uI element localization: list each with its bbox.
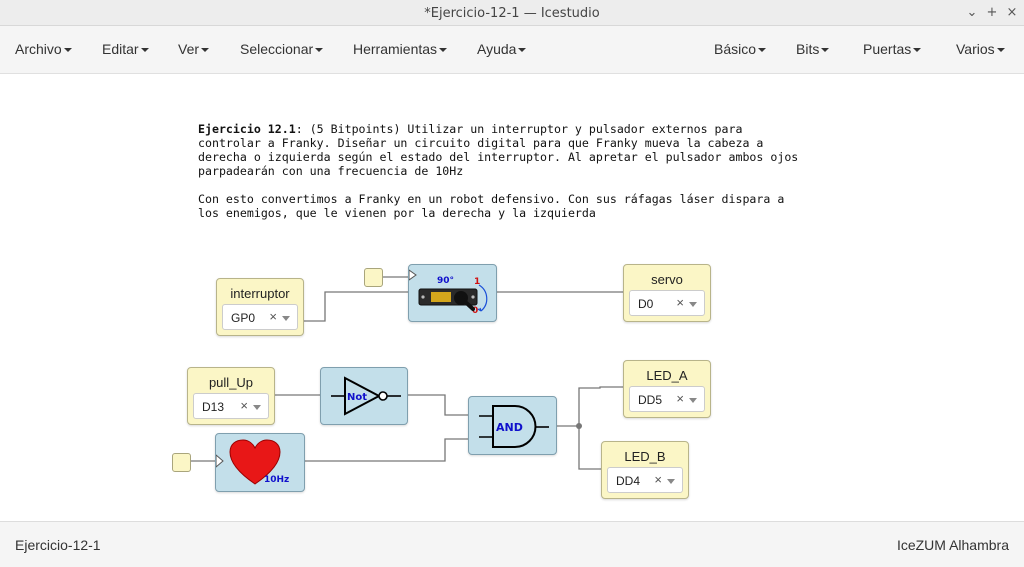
port-label: servo <box>651 272 683 287</box>
status-filename: Ejercicio-12-1 <box>15 537 101 553</box>
menu-ver[interactable]: Ver <box>178 41 210 57</box>
pin-select[interactable]: DD5 × <box>629 386 705 412</box>
close-button[interactable]: × <box>1002 3 1022 23</box>
port-label: interruptor <box>230 286 290 301</box>
caret-down-icon <box>63 48 72 53</box>
output-port-servo[interactable]: servo D0 × <box>623 264 711 322</box>
port-label: pull_Up <box>208 375 254 390</box>
dropdown-arrow-icon[interactable] <box>689 302 697 307</box>
pin-select[interactable]: D0 × <box>629 290 705 316</box>
pin-value: D0 <box>638 297 654 311</box>
caret-down-icon <box>821 48 830 53</box>
statusbar: Ejercicio-12-1 IceZUM Alhambra <box>0 521 1024 567</box>
pin-value: D13 <box>202 400 225 414</box>
port-label: LED_A <box>646 368 688 383</box>
minimize-button[interactable]: ⌄ <box>962 3 982 23</box>
clear-icon[interactable]: × <box>654 472 662 487</box>
not-label: Not <box>347 392 367 403</box>
menu-editar[interactable]: Editar <box>102 41 149 57</box>
menu-label: Bits <box>796 41 820 57</box>
clear-icon[interactable]: × <box>676 391 684 406</box>
wire-not-and <box>408 394 468 416</box>
pin-select[interactable]: D13 × <box>193 393 269 419</box>
clear-icon[interactable]: × <box>240 398 248 413</box>
menu-basico[interactable]: Básico <box>714 41 767 57</box>
window-title: *Ejercicio-12-1 — Icestudio <box>424 6 600 21</box>
wire-and-leda <box>557 386 623 427</box>
output-port-led-a[interactable]: LED_A DD5 × <box>623 360 711 418</box>
clear-icon[interactable]: × <box>676 295 684 310</box>
caret-down-icon <box>758 48 767 53</box>
menu-seleccionar[interactable]: Seleccionar <box>240 41 324 57</box>
menu-herramientas[interactable]: Herramientas <box>353 41 448 57</box>
caret-down-icon <box>439 48 448 53</box>
constant-input-heart[interactable] <box>172 453 191 472</box>
not-gate-icon: Not <box>331 376 401 416</box>
status-board[interactable]: IceZUM Alhambra <box>897 537 1009 553</box>
menubar: Archivo Editar Ver Seleccionar Herramien… <box>0 26 1024 74</box>
menu-varios[interactable]: Varios <box>956 41 1005 57</box>
caret-down-icon <box>201 48 210 53</box>
port-label: LED_B <box>624 449 666 464</box>
servo-angle: 90° <box>437 276 454 286</box>
menu-bits[interactable]: Bits <box>796 41 830 57</box>
menu-label: Ayuda <box>477 41 517 57</box>
menu-archivo[interactable]: Archivo <box>15 41 72 57</box>
heart-10hz-block[interactable]: 10Hz <box>215 433 305 492</box>
caret-down-icon <box>140 48 149 53</box>
and-gate-block[interactable]: AND <box>468 396 557 455</box>
menu-label: Ver <box>178 41 200 57</box>
menu-puertas[interactable]: Puertas <box>863 41 922 57</box>
output-port-led-b[interactable]: LED_B DD4 × <box>601 441 689 499</box>
constant-input-servo[interactable] <box>364 268 383 287</box>
maximize-button[interactable]: + <box>982 3 1002 23</box>
dropdown-arrow-icon[interactable] <box>667 479 675 484</box>
pin-value: DD5 <box>638 393 663 407</box>
heart-icon: 10Hz <box>215 439 289 485</box>
caret-down-icon <box>996 48 1005 53</box>
pin-select[interactable]: GP0 × <box>222 304 298 330</box>
input-port-pull-up[interactable]: pull_Up D13 × <box>187 367 275 425</box>
window-titlebar: *Ejercicio-12-1 — Icestudio ⌄ + × <box>0 0 1024 26</box>
menu-label: Seleccionar <box>240 41 314 57</box>
pin-select[interactable]: DD4 × <box>607 467 683 493</box>
menu-label: Herramientas <box>353 41 438 57</box>
servo-block[interactable]: 90° 1 0 <box>408 264 497 322</box>
dropdown-arrow-icon[interactable] <box>689 398 697 403</box>
wire-and-ledb <box>578 426 601 470</box>
and-gate-icon: AND <box>479 405 549 448</box>
menu-label: Archivo <box>15 41 62 57</box>
dropdown-arrow-icon[interactable] <box>253 405 261 410</box>
wire-junction <box>576 423 582 429</box>
wire-heart-and <box>305 438 468 462</box>
heart-freq: 10Hz <box>264 475 289 485</box>
menu-label: Puertas <box>863 41 912 57</box>
menu-label: Editar <box>102 41 139 57</box>
pin-value: GP0 <box>231 311 256 325</box>
clear-icon[interactable]: × <box>269 309 277 324</box>
menu-ayuda[interactable]: Ayuda <box>477 41 527 57</box>
dropdown-arrow-icon[interactable] <box>282 316 290 321</box>
caret-down-icon <box>518 48 527 53</box>
caret-down-icon <box>315 48 324 53</box>
wire-interruptor-servo <box>304 291 408 322</box>
menu-label: Varios <box>956 41 995 57</box>
input-port-interruptor[interactable]: interruptor GP0 × <box>216 278 304 336</box>
caret-down-icon <box>913 48 922 53</box>
pin-value: DD4 <box>616 474 641 488</box>
design-canvas[interactable]: Ejercicio 12.1: (5 Bitpoints) Utilizar u… <box>0 75 1024 521</box>
servo-icon: 90° 1 0 <box>408 269 488 316</box>
menu-label: Básico <box>714 41 757 57</box>
not-gate-block[interactable]: Not <box>320 367 408 425</box>
and-label: AND <box>496 421 523 434</box>
